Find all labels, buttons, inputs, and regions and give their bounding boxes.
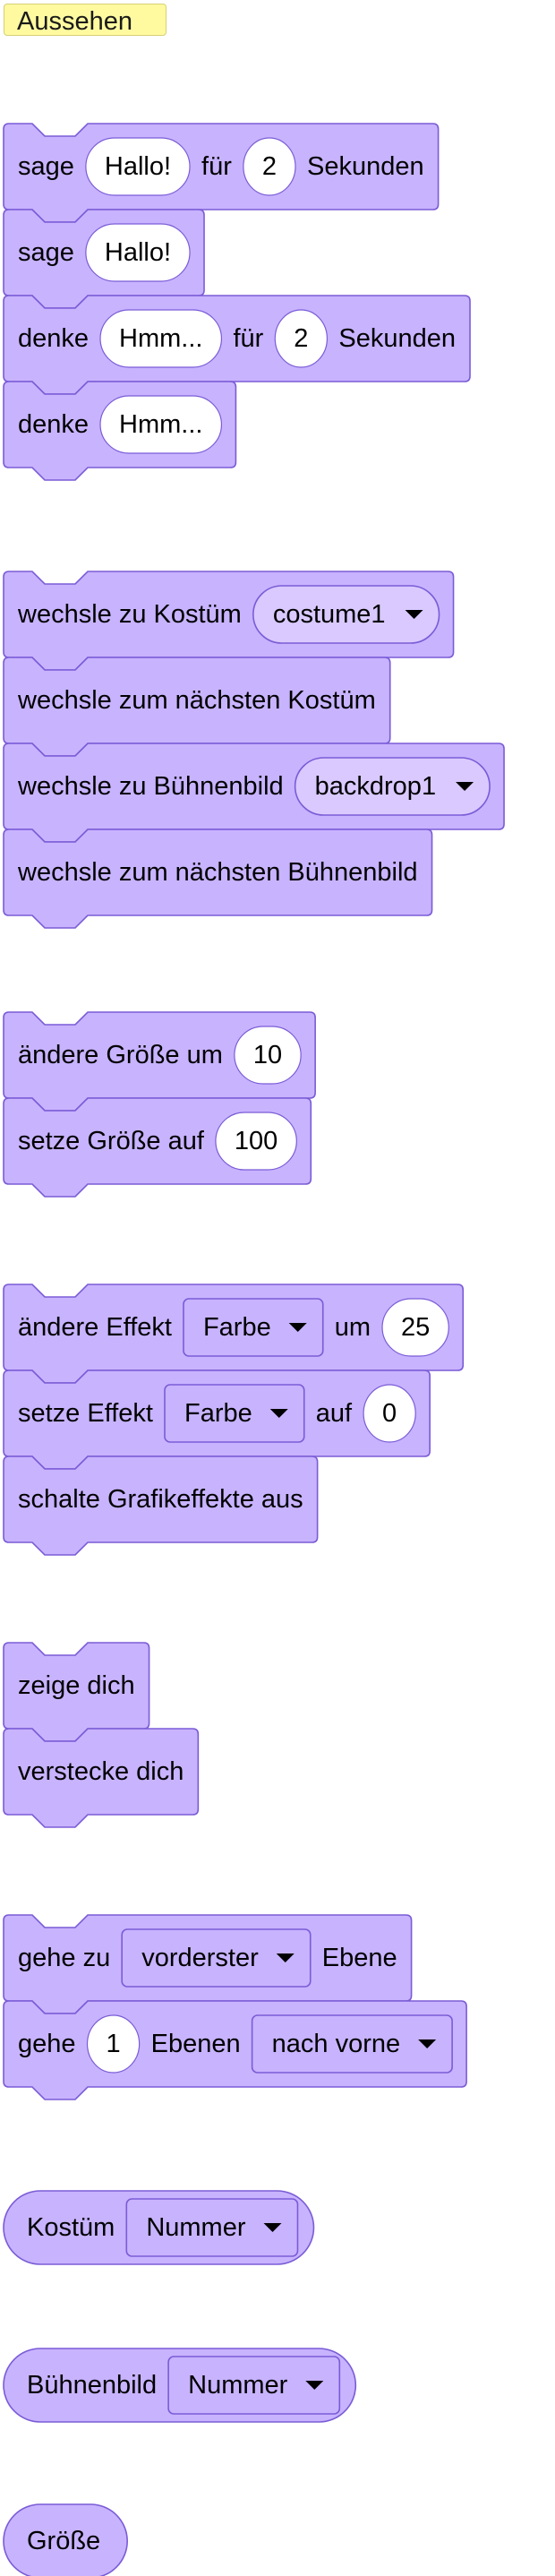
block-label: Sekunden xyxy=(338,324,456,353)
input-value: 100 xyxy=(235,1127,278,1155)
block-label: Bühnenbild xyxy=(27,2371,157,2400)
block-label: schalte Grafikeffekte aus xyxy=(18,1485,303,1514)
block-label: denke xyxy=(18,410,89,439)
block-label: sage xyxy=(18,238,74,267)
switch-costume-block[interactable]: wechsle zu Kostüm costume1 xyxy=(3,571,455,671)
think-for-secs-block[interactable]: denke Hmm... für 2 Sekunden xyxy=(3,295,471,395)
block-label: zeige dich xyxy=(18,1671,135,1700)
dropdown-menu[interactable]: Farbe xyxy=(183,1298,324,1357)
dropdown-value: Nummer xyxy=(188,2371,288,2400)
block-label: setze Effekt xyxy=(18,1399,153,1428)
block-label: Ebenen xyxy=(151,2030,241,2058)
say-block[interactable]: sage Hallo! xyxy=(3,209,205,309)
block-label: sage xyxy=(18,152,74,181)
number-input[interactable]: Hallo! xyxy=(85,223,191,282)
block-label: gehe zu xyxy=(18,1944,110,1972)
input-value: 2 xyxy=(294,324,308,353)
clear-effects-block[interactable]: schalte Grafikeffekte aus xyxy=(3,1455,319,1556)
number-input[interactable]: 25 xyxy=(381,1298,449,1357)
block-label: setze Größe auf xyxy=(18,1127,205,1155)
block-label: ändere Größe um xyxy=(18,1041,223,1069)
input-value: Hallo! xyxy=(105,152,171,181)
size-reporter[interactable]: Größe xyxy=(3,2503,128,2576)
block-label: Sekunden xyxy=(307,152,424,181)
block-label: wechsle zu Kostüm xyxy=(17,600,242,629)
think-block[interactable]: denke Hmm... xyxy=(3,381,237,481)
number-input[interactable]: 0 xyxy=(363,1384,416,1443)
backdrop-reporter[interactable]: Bühnenbild Nummer xyxy=(3,2348,357,2423)
dropdown-value: Nummer xyxy=(146,2213,246,2242)
set-effect-block[interactable]: setze Effekt Farbe auf 0 xyxy=(3,1370,431,1470)
next-backdrop-block[interactable]: wechsle zum nächsten Bühnenbild xyxy=(3,829,433,929)
block-label: Kostüm xyxy=(27,2213,115,2242)
input-value: 25 xyxy=(401,1313,430,1342)
block-label: Ebene xyxy=(322,1944,397,1972)
number-input[interactable]: 2 xyxy=(243,137,296,196)
dropdown-menu[interactable]: vorderster xyxy=(121,1928,312,1988)
block-label: für xyxy=(233,324,263,353)
say-for-secs-block[interactable]: sage Hallo! für 2 Sekunden xyxy=(3,123,440,223)
dropdown-value: backdrop1 xyxy=(315,772,436,801)
block-label: für xyxy=(201,152,232,181)
costume-reporter[interactable]: Kostüm Nummer xyxy=(3,2190,315,2265)
input-value: 10 xyxy=(253,1041,282,1069)
block-label: Größe xyxy=(27,2527,100,2555)
change-size-block[interactable]: ändere Größe um 10 xyxy=(3,1011,316,1112)
number-input[interactable]: Hallo! xyxy=(85,137,191,196)
block-label: wechsle zu Bühnenbild xyxy=(17,772,284,801)
input-value: Hmm... xyxy=(119,324,202,353)
dropdown-menu[interactable]: Nummer xyxy=(167,2356,341,2415)
input-value: 0 xyxy=(382,1399,397,1428)
block-palette: sage Hallo! für 2 Sekunden sage Hallo! denke Hmm… xyxy=(0,0,555,2576)
number-input[interactable]: 100 xyxy=(215,1112,297,1171)
block-label: wechsle zum nächsten Bühnenbild xyxy=(17,858,418,887)
next-costume-block[interactable]: wechsle zum nächsten Kostüm xyxy=(3,657,391,757)
switch-backdrop-block[interactable]: wechsle zu Bühnenbild backdrop1 xyxy=(3,743,505,843)
dropdown-menu[interactable]: costume1 xyxy=(252,585,440,644)
block-label: auf xyxy=(316,1399,353,1428)
show-block[interactable]: zeige dich xyxy=(3,1642,150,1742)
input-value: Hmm... xyxy=(119,410,202,439)
dropdown-menu[interactable]: Farbe xyxy=(164,1384,305,1443)
dropdown-menu[interactable]: Nummer xyxy=(125,2198,299,2257)
hide-block[interactable]: verstecke dich xyxy=(3,1728,200,1828)
dropdown-menu[interactable]: backdrop1 xyxy=(294,757,491,816)
block-label: um xyxy=(335,1313,371,1342)
go-to-layer-block[interactable]: gehe zu vorderster Ebene xyxy=(3,1914,413,2014)
number-input[interactable]: 10 xyxy=(234,1026,302,1085)
set-size-block[interactable]: setze Größe auf 100 xyxy=(3,1097,312,1198)
input-value: 2 xyxy=(262,152,277,181)
go-layers-block[interactable]: gehe 1 Ebenen nach vorne xyxy=(3,2000,467,2100)
dropdown-value: Farbe xyxy=(184,1399,252,1428)
input-value: Hallo! xyxy=(105,238,171,267)
block-label: denke xyxy=(18,324,89,353)
dropdown-value: nach vorne xyxy=(272,2030,401,2058)
dropdown-value: Farbe xyxy=(203,1313,271,1342)
number-input[interactable]: Hmm... xyxy=(99,395,223,454)
dropdown-menu[interactable]: nach vorne xyxy=(251,2014,453,2074)
input-value: 1 xyxy=(107,2030,121,2058)
block-label: ändere Effekt xyxy=(18,1313,172,1342)
dropdown-value: vorderster xyxy=(141,1944,259,1972)
block-label: wechsle zum nächsten Kostüm xyxy=(17,686,376,715)
number-input[interactable]: 1 xyxy=(86,2014,141,2074)
number-input[interactable]: 2 xyxy=(274,309,329,368)
block-label: verstecke dich xyxy=(18,1757,184,1786)
dropdown-value: costume1 xyxy=(273,600,386,629)
block-label: gehe xyxy=(18,2030,76,2058)
change-effect-block[interactable]: ändere Effekt Farbe um 25 xyxy=(3,1284,465,1384)
number-input[interactable]: Hmm... xyxy=(99,309,223,368)
